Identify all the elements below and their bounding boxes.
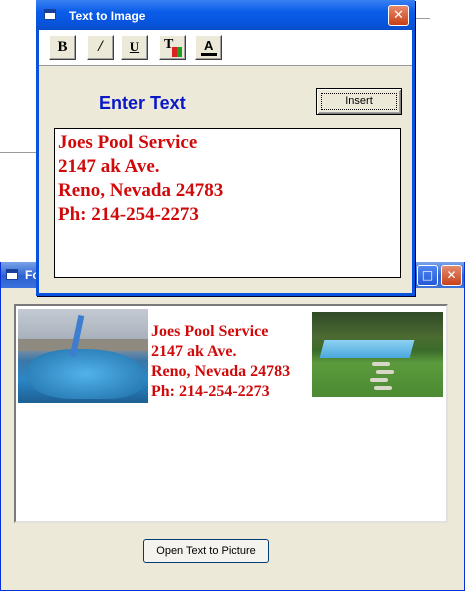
address-line: Joes Pool Service [151,323,269,340]
form-window: Fo □ ✕ Joes Pool Service 2147 ak Ave. Re… [0,262,465,591]
format-toolbar: B / U T A [39,30,412,66]
rendered-address: Joes Pool Service 2147 ak Ave. Reno, Nev… [151,322,290,402]
open-text-to-picture-button[interactable]: Open Text to Picture [143,539,269,563]
palette-icon [172,47,182,57]
picture-box: Joes Pool Service 2147 ak Ave. Reno, Nev… [14,304,448,523]
background-edge [416,18,430,19]
font-color-button[interactable]: A [195,35,222,60]
close-button[interactable]: ✕ [388,5,409,26]
dialog-titlebar[interactable]: Text to Image ✕ [36,0,415,30]
italic-button[interactable]: / [87,35,114,60]
window-icon [44,9,56,20]
bold-button[interactable]: B [49,35,76,60]
address-line: Ph: 214-254-2273 [151,383,270,400]
address-line: 2147 ak Ave. [151,343,237,360]
desktop: Fo □ ✕ Joes Pool Service 2147 ak Ave. Re… [0,0,465,591]
maximize-button[interactable]: □ [417,265,438,286]
pool-photo-left [18,309,148,403]
color-bar [201,53,217,56]
address-line: Reno, Nevada 24783 [151,363,291,380]
insert-button[interactable]: Insert [316,88,402,115]
dialog-title: Text to Image [69,9,146,23]
pool-photo-right [312,312,443,397]
font-button[interactable]: T [159,35,186,60]
enter-text-label: Enter Text [99,93,186,113]
text-input-area[interactable]: Joes Pool Service 2147 ak Ave. Reno, Nev… [54,128,401,278]
underline-button[interactable]: U [121,35,148,60]
window-icon [6,269,18,280]
close-button[interactable]: ✕ [441,265,462,286]
background-edge [0,152,36,153]
text-to-image-window: Text to Image ✕ B / U T A Enter Text Ins… [36,0,415,296]
